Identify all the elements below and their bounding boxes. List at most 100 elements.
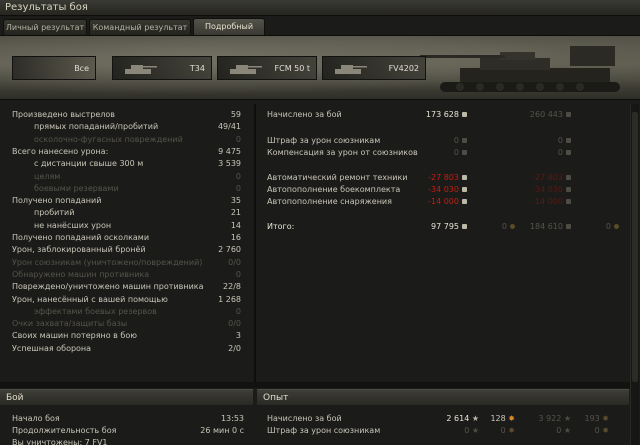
stat-row: осколочно-фугасных повреждений 0 (34, 134, 241, 146)
auto-ammo-label: Автопополнение боекомплекта (267, 185, 401, 194)
stat-label: Получено попаданий (12, 196, 102, 206)
battle-start-row: Начало боя 13:53 (12, 413, 244, 425)
battle-stats-panel: Произведено выстрелов 59 прямых попаданий/… (0, 104, 253, 382)
auto-repair-label: Автоматический ремонт техники (267, 173, 408, 182)
free-xp-icon: ✸ (602, 426, 609, 435)
auto-ammo-premium: -34 030 (532, 185, 563, 194)
stat-row: Урон союзникам (уничтожено/повреждений) 0… (12, 257, 241, 269)
stat-label: Всего нанесено урона: (12, 146, 109, 156)
battle-section-header: Бой (0, 389, 253, 405)
battle-start-label: Начало боя (12, 414, 60, 423)
free-xp-icon: ✸ (602, 414, 609, 423)
stat-row: с дистанции свыше 300 м 3 539 (34, 158, 241, 170)
xp-penalty-premium: 0 (556, 426, 562, 435)
vehicle-tab-label: Все (74, 64, 89, 73)
vehicle-tab-t34[interactable]: T34 (112, 56, 212, 80)
xp-earned-value: 2 614 (446, 414, 470, 423)
stat-row: Всего нанесено урона: 9 475 (12, 146, 241, 158)
battle-duration-value: 26 мин 0 с (200, 426, 244, 435)
credits-icon (462, 138, 467, 143)
battle-duration-label: Продолжительность боя (12, 426, 117, 435)
total-premium: 184 610 (529, 222, 563, 231)
stat-row: Получено попаданий 35 (12, 195, 241, 207)
stat-row: Своих машин потеряно в бою 3 (12, 330, 241, 342)
stat-value: 0/0 (228, 257, 241, 267)
ally-penalty-row: Штраф за урон союзникам 0 0 (267, 135, 627, 147)
stat-label: целям (34, 171, 61, 181)
auto-ammo-row: Автопополнение боекомплекта -34 030 -34 … (267, 184, 627, 196)
tab-team-result[interactable]: Командный результат (89, 19, 191, 35)
total-value: 97 795 (431, 222, 459, 231)
auto-equip-row: Автопополнение снаряжения -14 000 -14 00… (267, 196, 627, 208)
stat-row: Получено попаданий осколками 16 (12, 232, 241, 244)
vehicle-tab-label: FV4202 (388, 64, 419, 73)
panel-divider (254, 104, 256, 382)
credits-panel: Начислено за бой 173 628 260 443 Штраф з… (257, 104, 629, 382)
stat-label: не нанёсших урон (34, 220, 112, 230)
battle-start-value: 13:53 (220, 414, 244, 423)
credits-earned-value: 173 628 (425, 110, 459, 119)
battle-extra-row: Вы уничтожены: 7 FV1 (12, 437, 244, 445)
vehicle-tab-label: FCM 50 t (274, 64, 311, 73)
tank-icon (335, 65, 367, 74)
tab-detailed-report[interactable]: Подробный отчёт (193, 18, 265, 47)
battle-duration-row: Продолжительность боя 26 мин 0 с (12, 425, 244, 437)
stat-label: Получено попаданий осколками (12, 233, 150, 242)
stat-label: Произведено выстрелов (12, 110, 116, 119)
stat-value: 16 (230, 233, 241, 242)
ally-compensation-premium: 0 (557, 148, 563, 157)
stat-row: боевыми резервами 0 (34, 183, 241, 195)
stat-row: целям 0 (34, 171, 241, 183)
xp-free-value: 128 (490, 414, 506, 423)
stat-label: Успешная оборона (12, 343, 92, 353)
auto-equip-premium: -14 000 (532, 197, 563, 206)
vehicle-tab-all[interactable]: Все (12, 56, 96, 80)
vehicle-tab-fv4202[interactable]: FV4202 (322, 56, 426, 80)
stat-row: Повреждено/уничтожено машин противника 22… (12, 281, 241, 293)
xp-star-icon: ★ (471, 426, 479, 435)
battle-extra-label: Вы уничтожены: 7 FV1 (12, 438, 108, 445)
credits-earned-label: Начислено за бой (267, 110, 342, 119)
ally-penalty-premium: 0 (557, 136, 563, 145)
stat-value: 1 268 (218, 294, 241, 304)
auto-repair-premium: -27 803 (532, 173, 563, 182)
credits-icon (566, 138, 571, 143)
xp-penalty-free: 0 (500, 426, 506, 435)
xp-premium-free: 193 (584, 414, 600, 423)
xp-penalty-value: 0 (464, 426, 470, 435)
tab-personal-result[interactable]: Личный результат (3, 19, 87, 35)
stat-row: Произведено выстрелов 59 (12, 109, 241, 121)
stat-value: 2 760 (218, 245, 241, 255)
total-gold: 0 (501, 222, 507, 231)
stat-value: 0 (235, 269, 241, 279)
stat-value: 49/41 (217, 122, 241, 132)
scrollbar[interactable] (630, 104, 639, 445)
auto-ammo-value: -34 030 (428, 185, 459, 194)
vehicle-tabs: Все T34 FCM 50 t FV4202 (12, 56, 432, 80)
stat-row: Очки захвата/защиты базы 0/0 (12, 318, 241, 330)
stat-row: Обнаружено машин противника 0 (12, 269, 241, 281)
ally-compensation-value: 0 (453, 148, 459, 157)
scrollbar-thumb[interactable] (632, 112, 638, 382)
auto-equip-label: Автопополнение снаряжения (267, 197, 392, 206)
stat-label: Урон союзникам (уничтожено/повреждений) (12, 257, 203, 267)
credits-icon (566, 224, 571, 229)
stat-value: 21 (230, 208, 241, 218)
stat-value: 2/0 (228, 343, 241, 353)
credits-icon (462, 112, 467, 117)
ally-penalty-label: Штраф за урон союзникам (267, 136, 381, 145)
free-xp-icon: ✸ (508, 414, 515, 423)
xp-star-icon: ★ (471, 414, 479, 423)
ally-penalty-value: 0 (453, 136, 459, 145)
vehicle-tab-fcm50t[interactable]: FCM 50 t (217, 56, 317, 80)
stat-row: Урон, нанесённый с вашей помощью 1 268 (12, 294, 241, 306)
tank-icon (230, 65, 262, 74)
xp-penalty-premium-free: 0 (594, 426, 600, 435)
credits-icon (566, 187, 571, 192)
xp-earned-label: Начислено за бой (267, 414, 342, 423)
stat-value: 0/0 (228, 319, 241, 329)
gold-icon (510, 224, 515, 229)
credits-icon (566, 199, 571, 204)
credits-earned-row: Начислено за бой 173 628 260 443 (267, 109, 627, 121)
credits-icon (462, 224, 467, 229)
